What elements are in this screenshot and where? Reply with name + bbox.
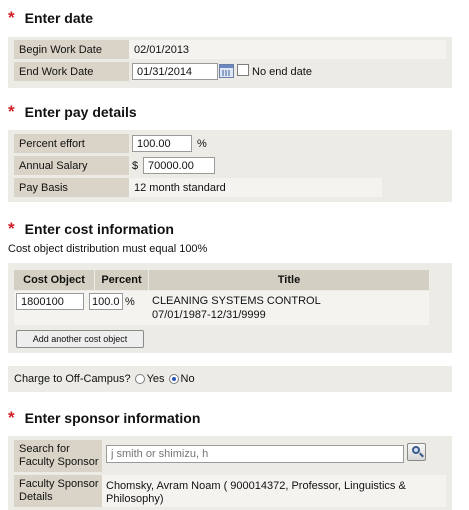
cost-percent-unit: % — [125, 295, 135, 308]
search-icon[interactable] — [407, 443, 426, 461]
sponsor-panel: Search for Faculty Sponsor Faculty Spons… — [8, 436, 452, 510]
date-panel: Begin Work Date 02/01/2013 End Work Date… — [8, 37, 452, 88]
search-sponsor-label-line2: Faculty Sponsor — [19, 456, 99, 468]
pay-basis-value: 12 month standard — [134, 181, 226, 194]
required-star-icon: * — [8, 102, 15, 121]
section-title-cost: * Enter cost information — [8, 220, 174, 237]
percent-effort-input[interactable]: 100.00 — [132, 135, 192, 152]
percent-unit: % — [197, 137, 207, 150]
pay-basis-label: Pay Basis — [14, 178, 129, 197]
col-header-title: Title — [149, 270, 429, 290]
cost-panel: Cost Object Percent Title 1800100 100.0 … — [8, 263, 452, 353]
no-end-date-label: No end date — [252, 65, 312, 78]
salary-currency: $ — [132, 159, 139, 172]
col-header-percent: Percent — [95, 270, 148, 290]
search-sponsor-label: Search for Faculty Sponsor — [14, 440, 102, 472]
calendar-icon[interactable] — [219, 64, 234, 78]
sponsor-details-label-line2: Details — [19, 491, 53, 503]
sponsor-details-line1: Chomsky, Avram Noam ( 900014372, Profess… — [106, 479, 406, 492]
pay-panel: Percent effort 100.00 % Annual Salary $ … — [8, 130, 452, 202]
offcampus-no-label: No — [180, 373, 195, 385]
cost-title-dates: 07/01/1987-12/31/9999 — [152, 309, 266, 321]
search-sponsor-label-line1: Search for — [19, 443, 70, 455]
cost-object-input[interactable]: 1800100 — [16, 293, 84, 310]
offcampus-yes-label: Yes — [146, 373, 165, 385]
col-header-cost-object: Cost Object — [14, 270, 94, 290]
offcampus-yes-radio[interactable] — [134, 374, 145, 384]
cost-title-name: CLEANING SYSTEMS CONTROL — [152, 295, 321, 307]
end-date-input[interactable]: 01/31/2014 — [132, 63, 218, 80]
sponsor-search-input[interactable] — [106, 445, 404, 463]
annual-salary-input[interactable]: 70000.00 — [143, 157, 215, 174]
cost-percent-input[interactable]: 100.0 — [89, 293, 123, 310]
percent-effort-label: Percent effort — [14, 134, 129, 153]
end-date-label: End Work Date — [14, 62, 129, 81]
required-star-icon: * — [8, 408, 15, 427]
offcampus-panel: Charge to Off-Campus? Yes No — [8, 366, 452, 392]
no-end-date-checkbox[interactable] — [237, 64, 249, 76]
cost-section-title: Enter cost information — [24, 220, 174, 237]
required-star-icon: * — [8, 219, 15, 238]
sponsor-details-line2: Philosophy) — [106, 492, 164, 505]
begin-date-value: 02/01/2013 — [134, 43, 190, 56]
sponsor-section-title: Enter sponsor information — [24, 409, 201, 426]
begin-date-label: Begin Work Date — [14, 40, 129, 59]
section-title-sponsor: * Enter sponsor information — [8, 409, 200, 426]
add-cost-object-button[interactable]: Add another cost object — [16, 330, 144, 348]
sponsor-details-label: Faculty Sponsor Details — [14, 475, 102, 507]
section-title-date: * Enter date — [8, 9, 93, 26]
sponsor-details-label-line1: Faculty Sponsor — [19, 478, 99, 490]
annual-salary-label: Annual Salary — [14, 156, 129, 175]
date-section-title: Enter date — [24, 9, 94, 26]
cost-distribution-note: Cost object distribution must equal 100% — [8, 243, 208, 255]
section-title-pay: * Enter pay details — [8, 103, 137, 120]
offcampus-label: Charge to Off-Campus? — [14, 373, 131, 385]
pay-section-title: Enter pay details — [24, 103, 137, 120]
offcampus-no-radio[interactable] — [168, 374, 179, 384]
required-star-icon: * — [8, 8, 15, 27]
